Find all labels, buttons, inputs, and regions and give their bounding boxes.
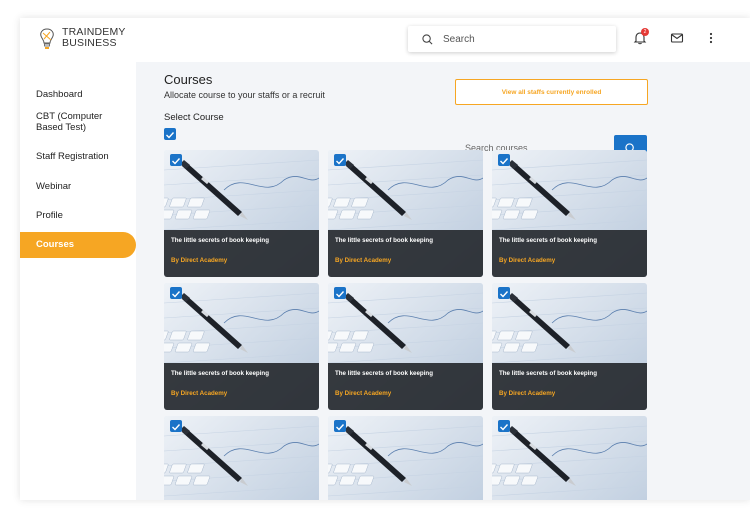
messages-button[interactable]: [670, 31, 686, 47]
page-title: Courses: [164, 72, 213, 87]
checkbox-icon: [500, 158, 509, 165]
app-window: TRAINDEMY BUSINESS 2: [20, 18, 750, 500]
select-course-label: Select Course: [164, 112, 224, 123]
sidebar-item-cbt[interactable]: CBT (Computer Based Test): [20, 111, 130, 133]
select-all-checkbox[interactable]: [164, 128, 176, 140]
global-search: [408, 26, 616, 52]
sidebar-item-dashboard[interactable]: Dashboard: [20, 89, 136, 100]
more-options-button[interactable]: [704, 31, 720, 47]
checkbox-icon: [172, 158, 181, 165]
course-checkbox[interactable]: [334, 420, 346, 432]
checkbox-icon: [336, 291, 345, 298]
course-checkbox[interactable]: [498, 420, 510, 432]
course-card[interactable]: The little secrets of book keeping By Di…: [492, 283, 647, 410]
checkbox-icon: [172, 424, 181, 431]
sidebar-item-webinar[interactable]: Webinar: [20, 181, 136, 192]
brand-line-2: BUSINESS: [62, 37, 117, 49]
course-author: By Direct Academy: [499, 390, 556, 397]
course-card[interactable]: The little secrets of book keeping By Di…: [328, 150, 483, 277]
top-header: TRAINDEMY BUSINESS 2: [20, 18, 750, 62]
course-title: The little secrets of book keeping: [171, 370, 269, 377]
course-checkbox[interactable]: [170, 154, 182, 166]
course-checkbox[interactable]: [498, 154, 510, 166]
page-subtitle: Allocate course to your staffs or a recr…: [164, 90, 325, 100]
global-search-input[interactable]: [443, 33, 583, 45]
checkbox-icon: [166, 132, 175, 139]
checkbox-icon: [500, 424, 509, 431]
course-checkbox[interactable]: [170, 287, 182, 299]
course-card[interactable]: [492, 416, 647, 500]
checkbox-icon: [500, 291, 509, 298]
notifications-button[interactable]: 2: [633, 28, 649, 47]
sidebar-item-staff-registration[interactable]: Staff Registration: [20, 151, 136, 162]
course-checkbox[interactable]: [170, 420, 182, 432]
search-icon: [422, 33, 433, 44]
course-checkbox[interactable]: [334, 154, 346, 166]
course-thumbnail: [328, 416, 483, 500]
course-title: The little secrets of book keeping: [171, 237, 269, 244]
sidebar: Dashboard CBT (Computer Based Test) Staf…: [20, 62, 136, 500]
checkbox-icon: [172, 291, 181, 298]
course-card[interactable]: The little secrets of book keeping By Di…: [328, 283, 483, 410]
main-content: Courses Allocate course to your staffs o…: [136, 62, 750, 500]
course-thumbnail: [492, 416, 647, 500]
course-author: By Direct Academy: [171, 390, 228, 397]
notification-badge: 2: [641, 28, 649, 36]
sidebar-item-profile[interactable]: Profile: [20, 210, 136, 221]
course-title: The little secrets of book keeping: [335, 237, 433, 244]
course-author: By Direct Academy: [171, 257, 228, 264]
course-title: The little secrets of book keeping: [335, 370, 433, 377]
course-title: The little secrets of book keeping: [499, 237, 597, 244]
course-title: The little secrets of book keeping: [499, 370, 597, 377]
mail-icon: [670, 33, 684, 43]
course-card[interactable]: [164, 416, 319, 500]
course-author: By Direct Academy: [335, 390, 392, 397]
course-card[interactable]: The little secrets of book keeping By Di…: [164, 283, 319, 410]
course-author: By Direct Academy: [335, 257, 392, 264]
checkbox-icon: [336, 158, 345, 165]
view-enrolled-staffs-button[interactable]: View all staffs currently enrolled: [455, 79, 648, 105]
brand-logo[interactable]: TRAINDEMY BUSINESS: [38, 27, 126, 51]
brand-name: TRAINDEMY BUSINESS: [62, 27, 126, 49]
sidebar-item-courses[interactable]: Courses: [20, 232, 136, 258]
course-thumbnail: [164, 416, 319, 500]
course-card[interactable]: The little secrets of book keeping By Di…: [492, 150, 647, 277]
course-card[interactable]: [328, 416, 483, 500]
more-vert-icon: [709, 32, 713, 44]
bulb-logo-icon: [40, 28, 54, 49]
course-author: By Direct Academy: [499, 257, 556, 264]
course-checkbox[interactable]: [334, 287, 346, 299]
course-checkbox[interactable]: [498, 287, 510, 299]
checkbox-icon: [336, 424, 345, 431]
course-card[interactable]: The little secrets of book keeping By Di…: [164, 150, 319, 277]
